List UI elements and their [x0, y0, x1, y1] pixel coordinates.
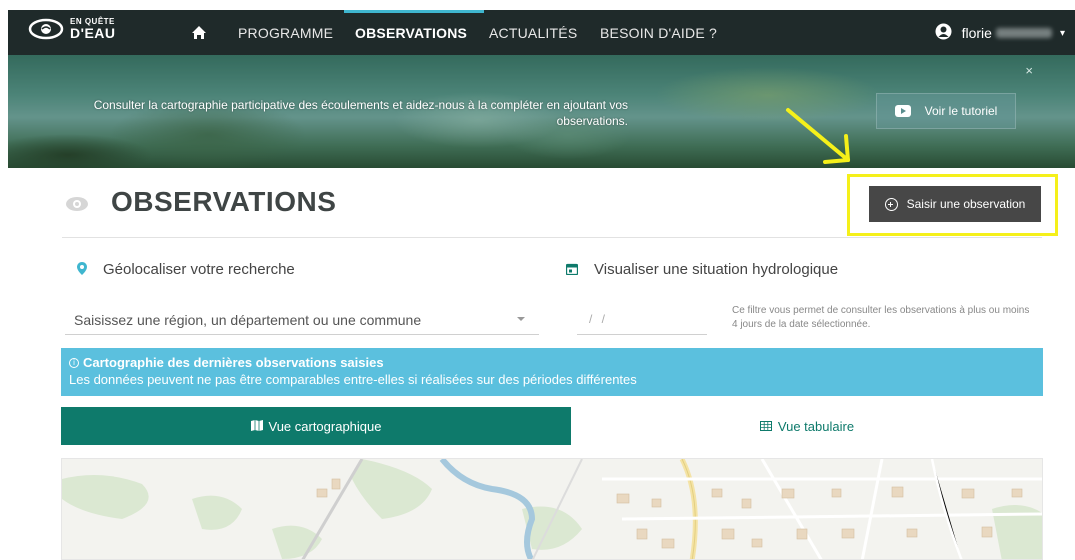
logo[interactable]: EN QUÊTE D'EAU — [28, 18, 116, 40]
nav-item-observations[interactable]: OBSERVATIONS — [355, 25, 467, 41]
plus-circle-icon — [884, 197, 898, 211]
table-icon — [759, 419, 772, 434]
info-title: Cartographie des dernières observations … — [83, 355, 384, 370]
tab-table-view-label: Vue tabulaire — [777, 418, 855, 434]
add-observation-label: Saisir une observation — [906, 197, 1026, 211]
tab-map-view[interactable]: Vue cartographique — [61, 407, 571, 445]
user-menu[interactable]: florie ▾ — [935, 23, 1065, 43]
nav-active-indicator — [344, 10, 484, 13]
region-select-placeholder: Saisissez une région, un département ou … — [74, 312, 422, 328]
hero-banner: Consulter la cartographie participative … — [8, 55, 1075, 168]
map-marker-icon — [77, 262, 87, 280]
chevron-down-icon: ▾ — [1059, 27, 1065, 39]
nav-item-besoin-aide[interactable]: BESOIN D'AIDE ? — [600, 25, 717, 41]
user-name-redacted — [995, 28, 1052, 38]
tab-table-view[interactable]: Vue tabulaire — [571, 407, 1043, 445]
tutorial-button[interactable]: Voir le tutoriel — [876, 93, 1016, 129]
add-observation-button[interactable]: Saisir une observation — [869, 186, 1041, 222]
geolocate-label: Géolocaliser votre recherche — [103, 261, 295, 278]
info-text: Les données peuvent ne pas être comparab… — [69, 372, 637, 387]
youtube-play-icon — [894, 105, 911, 117]
tutorial-button-label: Voir le tutoriel — [924, 104, 998, 118]
close-icon[interactable]: × — [1025, 63, 1033, 78]
date-filter-help: Ce filtre vous permet de consulter les o… — [732, 305, 1030, 330]
info-alert: i Cartographie des dernières observation… — [61, 348, 1043, 396]
info-icon: i — [69, 357, 79, 368]
logo-line2: D'EAU — [70, 25, 116, 41]
date-placeholder: / / — [589, 312, 609, 326]
header-divider — [62, 237, 1042, 238]
home-icon[interactable] — [191, 25, 207, 45]
date-input[interactable]: / / — [577, 305, 707, 335]
logo-eye-icon — [28, 18, 64, 40]
hydro-situation-label: Visualiser une situation hydrologique — [594, 261, 839, 278]
calendar-icon — [565, 262, 579, 280]
eye-icon — [65, 196, 89, 217]
tab-map-view-label: Vue cartographique — [268, 418, 382, 434]
banner-text: Consulter la cartographie participative … — [93, 98, 628, 128]
top-navbar: EN QUÊTE D'EAU PROGRAMME OBSERVATIONS AC… — [8, 10, 1075, 55]
region-search-select[interactable]: Saisissez une région, un département ou … — [65, 305, 539, 335]
nav-item-programme[interactable]: PROGRAMME — [238, 25, 333, 41]
caret-down-icon — [517, 317, 525, 321]
observations-map[interactable] — [61, 458, 1043, 560]
nav-item-actualites[interactable]: ACTUALITÉS — [489, 25, 577, 41]
page-title: OBSERVATIONS — [111, 186, 337, 217]
user-icon — [935, 23, 952, 43]
user-name: florie — [961, 25, 992, 41]
map-icon — [250, 419, 263, 434]
